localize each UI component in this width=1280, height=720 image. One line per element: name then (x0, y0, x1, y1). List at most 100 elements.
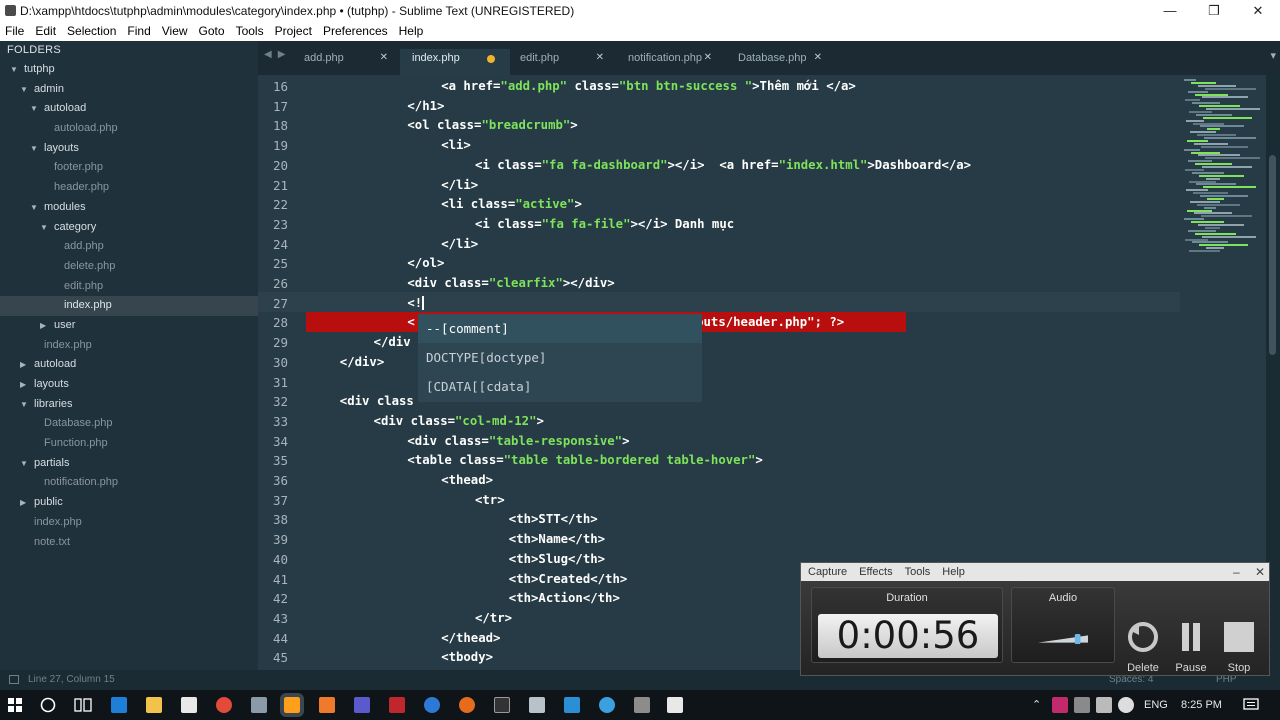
tab-overflow-icon[interactable]: ▾ (1270, 49, 1276, 62)
unsaved-dot-icon[interactable] (487, 55, 495, 63)
input-language[interactable]: ENG (1144, 690, 1168, 720)
filezilla-icon[interactable] (389, 697, 405, 713)
sublime-taskbar-icon[interactable] (280, 693, 304, 717)
menu-find[interactable]: Find (122, 22, 156, 41)
tree-file[interactable]: footer.php (0, 158, 258, 178)
app-icon[interactable] (634, 697, 650, 713)
tree-file[interactable]: index.php (0, 336, 258, 356)
menu-file[interactable]: File (0, 22, 30, 41)
camtasia-icon[interactable] (667, 697, 683, 713)
tree-folder[interactable]: ▼ category (0, 218, 258, 238)
audio-level-slider[interactable] (1028, 634, 1098, 644)
tree-folder[interactable]: ▼ libraries (0, 395, 258, 415)
autocomplete-item[interactable]: DOCTYPE[doctype] (418, 343, 702, 372)
notification-center-icon[interactable] (1243, 698, 1259, 712)
tab-database-php[interactable]: Database.php ✕ (726, 49, 836, 75)
app-icon[interactable] (599, 697, 615, 713)
tree-file[interactable]: Database.php (0, 414, 258, 434)
firefox-icon[interactable] (459, 697, 475, 713)
tree-file[interactable]: Function.php (0, 434, 258, 454)
tree-file[interactable]: header.php (0, 178, 258, 198)
onenote-icon[interactable] (354, 697, 370, 713)
minimize-button[interactable]: — (1148, 0, 1192, 22)
tree-folder[interactable]: ▼ tutphp (0, 60, 258, 80)
tree-folder[interactable]: ▼ modules (0, 198, 258, 218)
close-tab-icon[interactable]: ✕ (596, 49, 604, 67)
tree-folder[interactable]: ▼ layouts (0, 139, 258, 159)
tree-folder[interactable]: ▶ public (0, 493, 258, 513)
tree-folder[interactable]: ▼ partials (0, 454, 258, 474)
menu-goto[interactable]: Goto (194, 22, 231, 41)
caret-right-icon[interactable]: ▶ (20, 375, 30, 395)
caret-down-icon[interactable]: ▼ (20, 80, 30, 100)
tab-nav-arrows-icon[interactable]: ◀▶ (264, 49, 291, 60)
caret-right-icon[interactable]: ▶ (40, 316, 50, 336)
menu-tools[interactable]: Tools (231, 22, 270, 41)
recorder-menu-effects[interactable]: Effects (859, 563, 892, 581)
tree-file[interactable]: add.php (0, 237, 258, 257)
tree-folder[interactable]: ▶ layouts (0, 375, 258, 395)
show-hidden-icons[interactable]: ⌃ (1032, 690, 1041, 720)
terminal-icon[interactable] (494, 697, 510, 713)
tray-app-icon[interactable] (1052, 697, 1068, 713)
menu-preferences[interactable]: Preferences (318, 22, 394, 41)
caret-down-icon[interactable]: ▼ (20, 454, 30, 474)
recorder-close-icon[interactable]: ✕ (1255, 563, 1265, 581)
stop-recording-button[interactable]: Stop (1219, 621, 1259, 674)
app-icon[interactable] (424, 697, 440, 713)
task-view-icon[interactable] (74, 697, 92, 713)
caret-right-icon[interactable]: ▶ (20, 355, 30, 375)
menu-project[interactable]: Project (270, 22, 318, 41)
caret-down-icon[interactable]: ▼ (30, 139, 40, 159)
tree-file[interactable]: notification.php (0, 473, 258, 493)
recorder-menu-tools[interactable]: Tools (905, 563, 931, 581)
xampp-icon[interactable] (319, 697, 335, 713)
tab-index-php[interactable]: index.php (400, 49, 510, 75)
tree-folder[interactable]: ▼ admin (0, 80, 258, 100)
tree-file[interactable]: index.php (0, 296, 258, 316)
menu-help[interactable]: Help (394, 22, 430, 41)
menu-edit[interactable]: Edit (30, 22, 62, 41)
windows-start-icon[interactable] (8, 698, 22, 712)
menu-view[interactable]: View (157, 22, 194, 41)
tab-edit-php[interactable]: edit.php ✕ (508, 49, 618, 75)
close-tab-icon[interactable]: ✕ (704, 49, 712, 67)
tree-folder[interactable]: ▶ autoload (0, 355, 258, 375)
tray-app-icon[interactable] (1096, 697, 1112, 713)
caret-down-icon[interactable]: ▼ (40, 218, 50, 238)
tree-folder[interactable]: ▶ user (0, 316, 258, 336)
clock[interactable]: 8:25 PM (1181, 690, 1222, 720)
autocomplete-item[interactable]: --[comment] (418, 314, 702, 343)
autocomplete-item[interactable]: [CDATA[[cdata] (418, 372, 702, 401)
tab-add-php[interactable]: add.php ✕ (292, 49, 402, 75)
app-icon[interactable] (564, 697, 580, 713)
caret-down-icon[interactable]: ▼ (20, 395, 30, 415)
delete-recording-button[interactable]: Delete (1123, 621, 1163, 674)
tree-folder[interactable]: ▼ autoload (0, 99, 258, 119)
tree-file[interactable]: index.php (0, 513, 258, 533)
tree-file[interactable]: edit.php (0, 277, 258, 297)
volume-icon[interactable] (1118, 697, 1134, 713)
network-icon[interactable] (1074, 697, 1090, 713)
recorder-menu-capture[interactable]: Capture (808, 563, 847, 581)
file-explorer-icon[interactable] (146, 697, 162, 713)
recorder-menu-help[interactable]: Help (942, 563, 965, 581)
caret-down-icon[interactable]: ▼ (30, 99, 40, 119)
pause-recording-button[interactable]: Pause (1171, 621, 1211, 674)
close-tab-icon[interactable]: ✕ (380, 49, 388, 67)
caret-down-icon[interactable]: ▼ (10, 60, 20, 80)
search-icon[interactable] (40, 697, 56, 713)
close-button[interactable]: ✕ (1236, 0, 1280, 22)
close-tab-icon[interactable]: ✕ (814, 49, 822, 67)
caret-right-icon[interactable]: ▶ (20, 493, 30, 513)
maximize-button[interactable]: ❐ (1192, 0, 1236, 22)
panel-toggle-icon[interactable] (9, 675, 19, 684)
tree-file[interactable]: delete.php (0, 257, 258, 277)
scrollbar-thumb[interactable] (1269, 155, 1276, 355)
tab-notification-php[interactable]: notification.php ✕ (616, 49, 726, 75)
minimap[interactable] (1180, 75, 1266, 255)
app-icon[interactable] (251, 697, 267, 713)
tree-file[interactable]: autoload.php (0, 119, 258, 139)
menu-selection[interactable]: Selection (62, 22, 122, 41)
edge-browser-icon[interactable] (111, 697, 127, 713)
